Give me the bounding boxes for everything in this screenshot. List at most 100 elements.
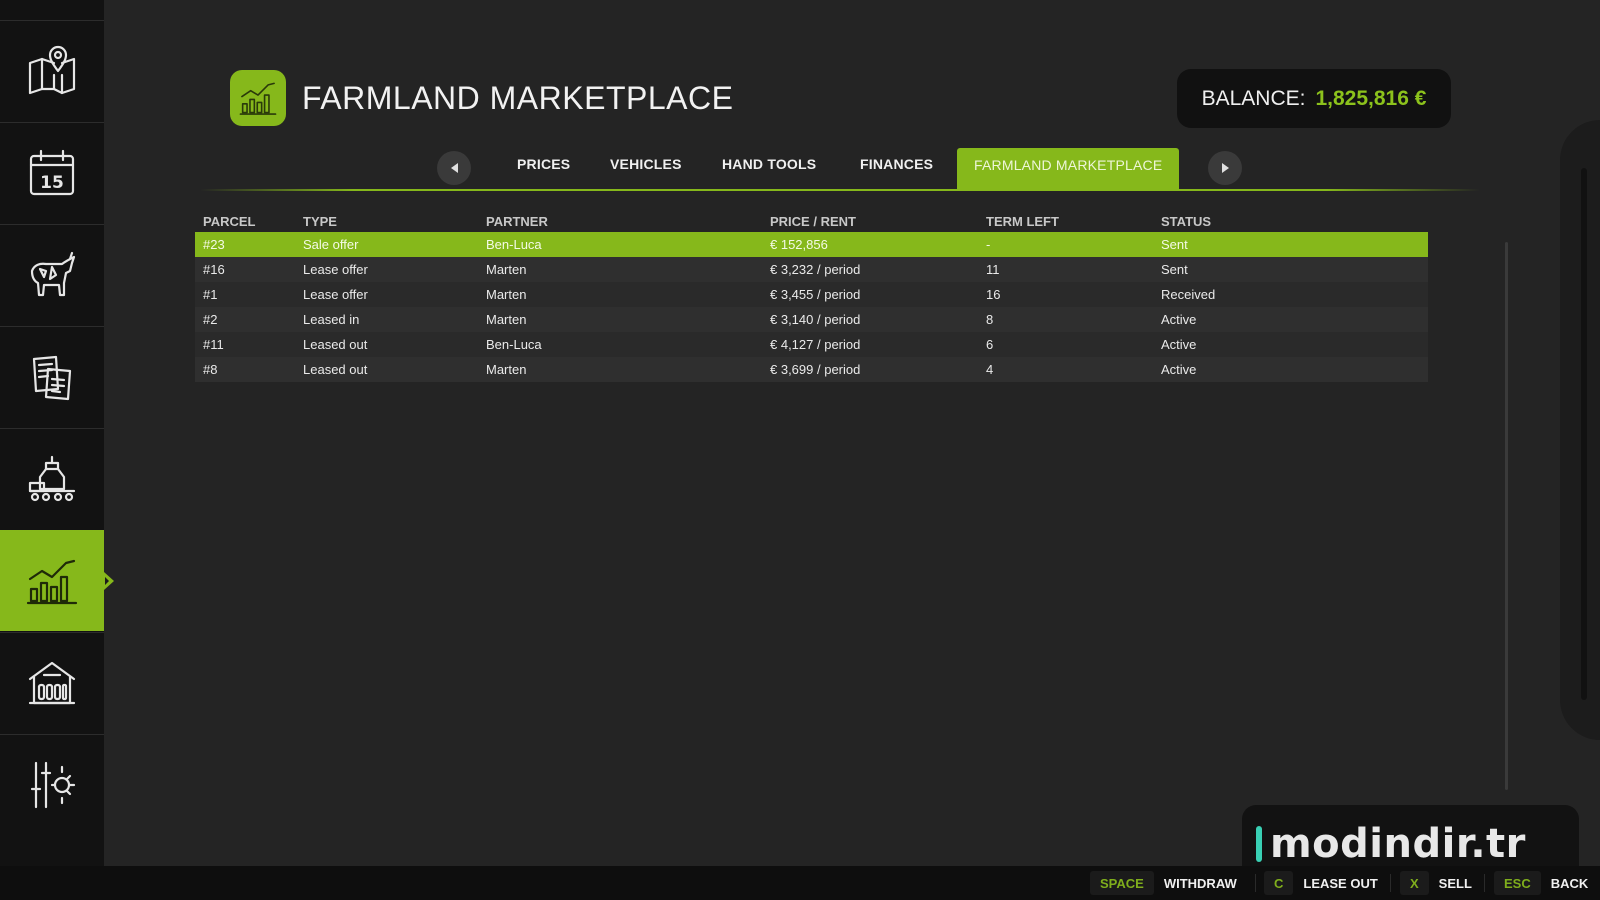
tab-hand-tools[interactable]: HAND TOOLS [722,156,816,172]
chevron-left-icon [450,163,458,173]
prices-chart-icon [239,82,277,115]
table-row[interactable]: #2 Leased in Marten € 3,140 / period 8 A… [195,307,1428,332]
sidebar-item-animals[interactable] [0,224,104,325]
back-label: BACK [1550,875,1589,891]
cell-term: 6 [986,337,994,352]
production-icon [28,455,76,502]
sell-hint[interactable]: X SELL [1400,866,1472,900]
sell-label: SELL [1438,875,1472,891]
page-icon [230,70,286,126]
tab-prices[interactable]: PRICES [517,156,570,172]
hint-separator [1255,874,1256,892]
sidebar-item-buildings[interactable] [0,632,104,733]
cell-type: Leased out [303,337,368,352]
sidebar-item-calendar[interactable]: 15 [0,122,104,223]
cell-price: € 3,455 / period [770,287,861,302]
key-esc: ESC [1494,871,1541,895]
column-header-partner: PARTNER [486,214,548,229]
cell-type: Lease offer [303,287,368,302]
table-header: PARCEL TYPE PARTNER PRICE / RENT TERM LE… [195,210,1428,232]
cell-type: Leased in [303,312,360,327]
sidebar-item-settings[interactable] [0,734,104,835]
previous-tab-button[interactable] [437,151,471,185]
cell-status: Sent [1161,262,1188,277]
table-row[interactable]: #16 Lease offer Marten € 3,232 / period … [195,257,1428,282]
cell-partner: Ben-Luca [486,337,542,352]
column-header-type: TYPE [303,214,337,229]
key-x: X [1400,871,1429,895]
cell-parcel: #8 [203,362,218,377]
balance-display: BALANCE: 1,825,816 € [1177,69,1451,128]
hint-separator [1390,874,1391,892]
cell-type: Sale offer [303,237,359,252]
withdraw-hint[interactable]: SPACE WITHDRAW [1090,866,1237,900]
cell-partner: Marten [486,287,527,302]
page-title: FARMLAND MARKETPLACE [302,80,734,116]
cell-term: 11 [986,262,1000,277]
cell-term: - [986,237,991,252]
sidebar-item-contracts[interactable] [0,326,104,427]
cell-status: Received [1161,287,1216,302]
cell-term: 4 [986,362,994,377]
next-tab-button[interactable] [1208,151,1242,185]
cell-parcel: #2 [203,312,218,327]
cell-price: € 3,699 / period [770,362,861,377]
tab-finances[interactable]: FINANCES [860,156,933,172]
contracts-icon [32,355,72,401]
settings-icon [30,761,76,809]
cell-parcel: #1 [203,287,218,302]
balance-label: BALANCE: [1201,86,1306,110]
tab-divider [200,189,1480,191]
svg-text:15: 15 [40,173,64,193]
cell-parcel: #11 [203,337,224,352]
input-hints-bar: SPACE WITHDRAW C LEASE OUT X SELL ESC BA… [0,866,1600,900]
cow-icon [30,251,76,297]
active-indicator [104,572,114,590]
table-row[interactable]: #1 Lease offer Marten € 3,455 / period 1… [195,282,1428,307]
sidebar-item-production[interactable] [0,428,104,529]
cell-parcel: #16 [203,262,225,277]
lease-out-label: LEASE OUT [1303,875,1378,891]
cell-type: Lease offer [303,262,368,277]
cell-partner: Marten [486,312,527,327]
cell-parcel: #23 [203,237,225,252]
chevron-right-icon [1221,163,1229,173]
sidebar: 15 [0,0,114,866]
table-scrollbar[interactable] [1505,242,1508,790]
side-panel-edge [1560,120,1600,740]
cell-price: € 3,140 / period [770,312,861,327]
table-row[interactable]: #11 Leased out Ben-Luca € 4,127 / period… [195,332,1428,357]
table-row[interactable]: #23 Sale offer Ben-Luca € 152,856 - Sent [195,232,1428,257]
cell-term: 16 [986,287,1001,302]
cell-status: Active [1161,362,1197,377]
map-icon [28,45,76,95]
tab-farmland-marketplace[interactable]: FARMLAND MARKETPLACE [957,148,1180,190]
cell-price: € 3,232 / period [770,262,861,277]
table-body: #23 Sale offer Ben-Luca € 152,856 - Sent… [195,232,1428,382]
cell-partner: Marten [486,362,527,377]
balance-value: 1,825,816 € [1315,86,1427,110]
cell-term: 8 [986,312,994,327]
cell-status: Active [1161,312,1197,327]
prices-chart-icon [26,559,78,605]
tab-vehicles[interactable]: VEHICLES [610,156,682,172]
key-space: SPACE [1090,871,1154,895]
calendar-icon: 15 [29,149,75,196]
barn-icon [28,661,76,705]
cell-partner: Marten [486,262,527,277]
cell-status: Sent [1161,237,1188,252]
marketplace-table: PARCEL TYPE PARTNER PRICE / RENT TERM LE… [195,210,1428,382]
withdraw-label: WITHDRAW [1163,875,1237,891]
table-row[interactable]: #8 Leased out Marten € 3,699 / period 4 … [195,357,1428,382]
page-scrollbar[interactable] [1581,168,1587,700]
watermark-text: modindir.tr [1270,821,1526,867]
cell-status: Active [1161,337,1197,352]
sidebar-item-prices[interactable] [0,530,114,631]
watermark-accent [1256,826,1262,862]
sidebar-item-map[interactable] [0,20,104,121]
lease-out-hint[interactable]: C LEASE OUT [1264,866,1378,900]
column-header-parcel: PARCEL [203,214,256,229]
column-header-price: PRICE / RENT [770,214,856,229]
back-hint[interactable]: ESC BACK [1494,866,1588,900]
cell-partner: Ben-Luca [486,237,542,252]
